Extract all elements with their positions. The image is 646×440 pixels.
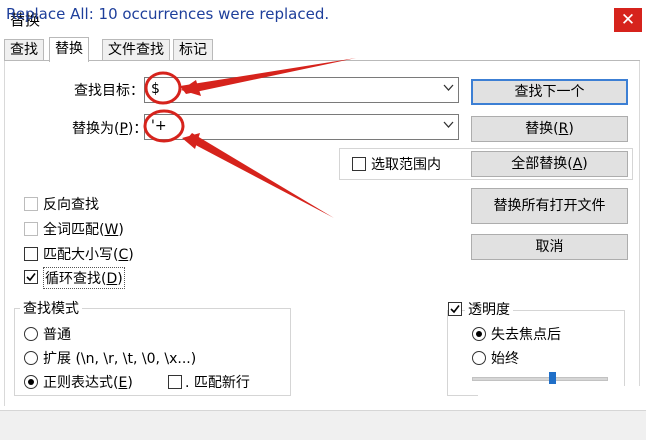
tab-replace[interactable]: 替换	[49, 37, 89, 62]
status-bar	[0, 410, 646, 440]
arrow-head-find	[181, 80, 201, 96]
status-message: Replace All: 10 occurrences were replace…	[6, 5, 330, 23]
annotation-overlay	[143, 58, 356, 218]
find-target-highlight-circle	[144, 71, 182, 105]
replace-value-highlight-circle	[143, 109, 185, 143]
arrow-to-find-target	[180, 58, 356, 94]
arrow-to-replace-value	[186, 133, 334, 218]
